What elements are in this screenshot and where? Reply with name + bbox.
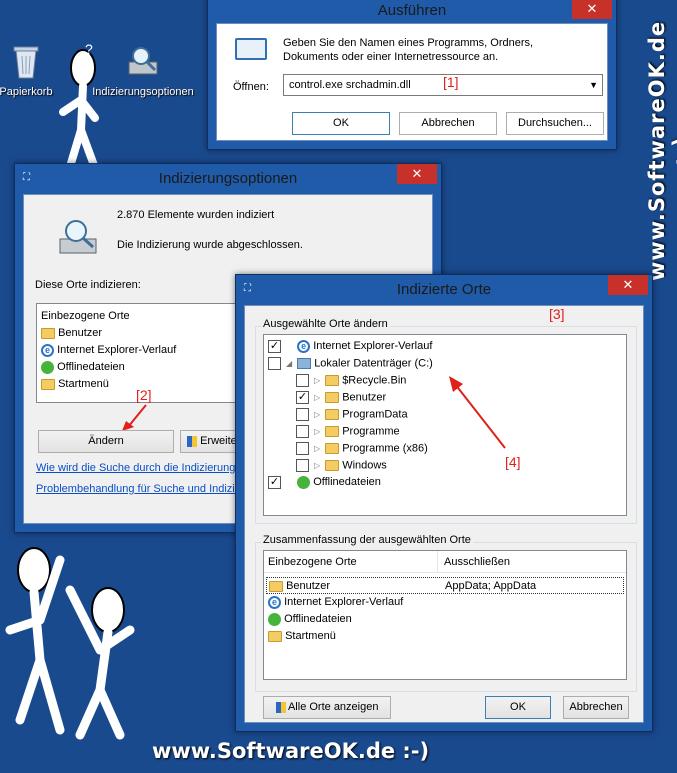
tree-item-label: Offlinedateien xyxy=(313,476,381,488)
tree-checkbox[interactable]: ✓ xyxy=(268,475,281,489)
summary-table[interactable]: Einbezogene Orte Ausschließen Benutzer A… xyxy=(263,550,627,680)
tree-checkbox[interactable] xyxy=(296,374,309,387)
expander-icon[interactable]: ▷ xyxy=(312,440,322,457)
tree-checkbox[interactable] xyxy=(296,442,309,455)
column-header-exclude[interactable]: Ausschließen xyxy=(444,551,510,573)
indexed-count: 2.870 Elemente wurden indiziert xyxy=(117,209,275,221)
sync-icon xyxy=(268,612,281,626)
indexing-status: Die Indizierung wurde abgeschlossen. xyxy=(117,239,303,251)
annotation-1: [1] xyxy=(443,74,459,90)
expander-icon[interactable]: ▷ xyxy=(312,406,322,423)
folder-icon xyxy=(325,460,340,471)
expander-icon[interactable]: ▷ xyxy=(312,389,322,406)
folder-icon xyxy=(325,426,340,437)
run-icon xyxy=(235,38,267,60)
summary-label: Zusammenfassung der ausgewählten Orte xyxy=(261,534,473,546)
tree-item-label: ProgramData xyxy=(342,408,408,421)
indexed-cancel-button[interactable]: Abbrechen xyxy=(563,696,629,719)
folder-icon xyxy=(269,580,283,592)
selected-locations-label: Ausgewählte Orte ändern xyxy=(261,318,390,330)
run-dialog: Ausführen ✕ Geben Sie den Namen eines Pr… xyxy=(207,0,617,150)
shield-icon xyxy=(275,701,286,713)
tree-item-label: Programme (x86) xyxy=(342,442,428,455)
run-ok-button[interactable]: OK xyxy=(292,112,390,135)
tree-checkbox[interactable] xyxy=(296,408,309,421)
annotation-2: [2] xyxy=(136,387,152,403)
shield-icon xyxy=(187,435,197,447)
annotation-4: [4] xyxy=(505,454,521,470)
expander-icon[interactable]: ◢ xyxy=(284,355,294,372)
tree-item-label: Internet Explorer-Verlauf xyxy=(313,340,433,352)
run-cancel-button[interactable]: Abbrechen xyxy=(399,112,497,135)
tree-checkbox[interactable]: ✓ xyxy=(296,391,309,404)
indexed-locations-window: ⛶ Indizierte Orte ✕ [3] Ausgewählte Orte… xyxy=(235,274,653,732)
table-row[interactable]: Benutzer AppData; AppData xyxy=(266,577,624,594)
open-label: Öffnen: xyxy=(233,81,269,93)
help-link-indexing[interactable]: Wie wird die Suche durch die Indizierung… xyxy=(36,462,245,474)
folder-icon xyxy=(325,409,340,420)
indexing-options-title: Indizierungsoptionen xyxy=(158,170,298,187)
open-input[interactable]: control.exe srchadmin.dll xyxy=(289,79,411,91)
annotation-3: [3] xyxy=(549,306,565,322)
internet-explorer-icon: e xyxy=(297,339,311,353)
locations-label: Diese Orte indizieren: xyxy=(35,279,141,291)
watermark-vertical: www.SoftwareOK.de :-) xyxy=(645,20,677,282)
recycle-bin-icon xyxy=(6,42,46,82)
chevron-down-icon[interactable]: ▼ xyxy=(589,75,598,95)
show-all-locations-button[interactable]: Alle Orte anzeigen xyxy=(263,696,391,719)
indexing-drive-icon xyxy=(58,217,102,257)
run-dialog-body: Geben Sie den Namen eines Programms, Ord… xyxy=(216,23,608,141)
table-row[interactable]: Startmenü xyxy=(264,628,626,645)
annotation-arrow-4 xyxy=(449,376,506,449)
tree-item-label: Windows xyxy=(342,459,387,472)
tree-checkbox[interactable] xyxy=(296,425,309,438)
table-row[interactable]: Offlinedateien xyxy=(264,611,626,628)
folder-icon xyxy=(325,443,340,454)
sync-icon xyxy=(297,475,311,489)
internet-explorer-icon: e xyxy=(41,343,54,357)
tree-checkbox[interactable] xyxy=(296,459,309,472)
expander-icon[interactable]: ▷ xyxy=(312,423,322,440)
modify-button[interactable]: Ändern xyxy=(38,430,174,453)
indexed-locations-title: Indizierte Orte xyxy=(396,281,492,298)
help-link-troubleshoot[interactable]: Problembehandlung für Suche und Indizier xyxy=(36,483,245,495)
tree-item-label: Lokaler Datenträger (C:) xyxy=(314,357,433,370)
tree-item-label: Programme xyxy=(342,425,400,438)
column-header-included[interactable]: Einbezogene Orte xyxy=(268,551,438,573)
indexing-options-close-button[interactable]: ✕ xyxy=(397,164,437,184)
folder-icon xyxy=(41,378,55,390)
tree-checkbox[interactable] xyxy=(268,357,281,370)
run-dialog-close-button[interactable]: ✕ xyxy=(572,0,612,19)
internet-explorer-icon: e xyxy=(268,595,281,609)
indexed-locations-body: [3] Ausgewählte Orte ändern ✓ e Internet… xyxy=(244,305,644,723)
tree-checkbox[interactable]: ✓ xyxy=(268,339,281,353)
indexed-ok-button[interactable]: OK xyxy=(485,696,551,719)
tree-item[interactable]: ✓ e Internet Explorer-Verlauf xyxy=(264,338,626,355)
folder-icon xyxy=(325,392,340,403)
run-browse-button[interactable]: Durchsuchen... xyxy=(506,112,604,135)
folder-icon xyxy=(41,327,55,339)
indexed-locations-close-button[interactable]: ✕ xyxy=(608,275,648,295)
drive-icon xyxy=(297,358,312,369)
tree-item-label: $Recycle.Bin xyxy=(342,374,407,387)
tree-item-label: Benutzer xyxy=(342,391,387,404)
summary-header-row: Einbezogene Orte Ausschließen xyxy=(264,551,626,573)
stick-figure-thinking-image: ? xyxy=(59,41,99,174)
tree-item[interactable]: ▷ Windows xyxy=(264,457,626,474)
annotation-arrow-2 xyxy=(122,404,147,431)
folder-icon xyxy=(325,375,340,386)
tree-item[interactable]: ✓ Offlinedateien xyxy=(264,474,626,491)
sync-icon xyxy=(41,360,54,374)
folder-icon xyxy=(268,630,282,642)
run-dialog-title: Ausführen xyxy=(377,2,447,19)
expander-icon[interactable]: ▷ xyxy=(312,457,322,474)
svg-text:?: ? xyxy=(85,41,93,57)
stick-figures-celebrating-image xyxy=(5,547,135,740)
expander-icon[interactable]: ▷ xyxy=(312,372,322,389)
table-row[interactable]: e Internet Explorer-Verlauf xyxy=(264,594,626,611)
tree-item[interactable]: ◢ Lokaler Datenträger (C:) xyxy=(264,355,626,372)
watermark-horizontal: www.SoftwareOK.de :-) xyxy=(152,739,430,763)
run-description: Geben Sie den Namen eines Programms, Ord… xyxy=(283,37,534,63)
